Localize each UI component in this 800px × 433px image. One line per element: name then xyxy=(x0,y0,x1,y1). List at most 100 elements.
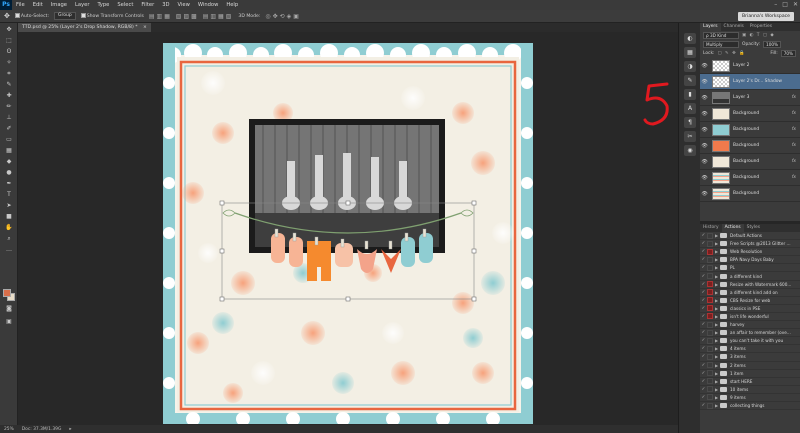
action-toggle-check-icon[interactable]: ✓ xyxy=(700,274,707,279)
action-toggle-check-icon[interactable]: ✓ xyxy=(700,330,707,335)
layer-row[interactable]: 👁 Background fx xyxy=(700,154,800,170)
action-toggle-check-icon[interactable]: ✓ xyxy=(700,290,707,295)
action-set-row[interactable]: ✓ ▶ Web Resolution xyxy=(700,248,800,257)
kind-filter-dropdown[interactable]: ρ 3D Kind xyxy=(703,32,739,39)
menu-image[interactable]: Image xyxy=(47,2,71,8)
action-toggle-check-icon[interactable]: ✓ xyxy=(700,298,707,303)
action-set-row[interactable]: ✓ ▶ isn't life wonderful xyxy=(700,313,800,322)
action-dialog-toggle[interactable] xyxy=(707,329,713,336)
tab-layers[interactable]: Layers xyxy=(700,23,721,31)
gradient-icon[interactable]: ▦ xyxy=(3,146,15,155)
action-toggle-check-icon[interactable]: ✓ xyxy=(700,282,707,287)
action-set-row[interactable]: ✓ ▶ BPA Navy Days Baby xyxy=(700,256,800,265)
action-dialog-toggle[interactable] xyxy=(707,256,713,263)
action-dialog-toggle[interactable] xyxy=(707,264,713,271)
action-dialog-toggle[interactable] xyxy=(707,240,713,247)
adjustments-panel-icon[interactable]: ◑ xyxy=(684,61,696,72)
action-toggle-check-icon[interactable]: ✓ xyxy=(700,403,707,408)
fill-field[interactable]: 70% xyxy=(780,50,796,57)
action-dialog-toggle[interactable] xyxy=(707,370,713,377)
action-dialog-toggle[interactable] xyxy=(707,386,713,393)
action-set-row[interactable]: ✓ ▶ Free Scripts @2013 Glitter ... xyxy=(700,240,800,249)
doc-info[interactable]: Doc: 37.3M/1.39G xyxy=(22,427,62,432)
action-set-row[interactable]: ✓ ▶ PL xyxy=(700,264,800,273)
dodge-icon[interactable]: ● xyxy=(3,168,15,177)
layer-fx-icon[interactable]: fx xyxy=(792,127,796,132)
action-dialog-toggle[interactable] xyxy=(707,273,713,280)
info-panel-icon[interactable]: ◉ xyxy=(684,145,696,156)
action-dialog-toggle[interactable] xyxy=(707,362,713,369)
action-set-row[interactable]: ✓ ▶ a different kind add on xyxy=(700,289,800,297)
stamp-icon[interactable]: ⊥ xyxy=(3,113,15,122)
layer-row[interactable]: 👁 Layer 2's Dr... Shadow xyxy=(700,74,800,90)
action-toggle-check-icon[interactable]: ✓ xyxy=(700,265,707,270)
opacity-field[interactable]: 100% xyxy=(763,41,782,48)
auto-select-dropdown[interactable]: Group xyxy=(54,12,76,20)
tab-styles[interactable]: Styles xyxy=(744,224,763,232)
action-dialog-toggle[interactable] xyxy=(707,281,713,288)
action-toggle-check-icon[interactable]: ✓ xyxy=(700,314,707,319)
action-toggle-check-icon[interactable]: ✓ xyxy=(700,387,707,392)
action-dialog-toggle[interactable] xyxy=(707,305,713,312)
move-tool-icon[interactable]: ✥ xyxy=(4,12,10,20)
tab-actions[interactable]: Actions xyxy=(721,224,744,232)
action-toggle-check-icon[interactable]: ✓ xyxy=(700,257,707,262)
healing-icon[interactable]: ✚ xyxy=(3,91,15,100)
marquee-icon[interactable]: ⬚ xyxy=(3,36,15,45)
lock-icons[interactable]: ▢ ✎ ✥ 🔒 xyxy=(718,51,746,56)
action-set-row[interactable]: ✓ ▶ Resize with Watermark 600... xyxy=(700,281,800,289)
action-dialog-toggle[interactable] xyxy=(707,289,713,296)
action-dialog-toggle[interactable] xyxy=(707,394,713,401)
menu-help[interactable]: Help xyxy=(222,2,242,8)
menu-filter[interactable]: Filter xyxy=(137,2,158,8)
layer-fx-icon[interactable]: fx xyxy=(792,111,796,116)
action-set-row[interactable]: ✓ ▶ 10 items xyxy=(700,386,800,394)
hand-icon[interactable]: ✋ xyxy=(3,223,15,232)
action-toggle-check-icon[interactable]: ✓ xyxy=(700,233,707,238)
eyedropper-icon[interactable]: ✎ xyxy=(3,80,15,89)
action-dialog-toggle[interactable] xyxy=(707,378,713,385)
visibility-eye-icon[interactable]: 👁 xyxy=(700,175,709,181)
quick-mask-icon[interactable]: ◙ xyxy=(3,304,15,313)
zoom-level[interactable]: 25% xyxy=(4,427,14,432)
visibility-eye-icon[interactable]: 👁 xyxy=(700,95,709,101)
action-toggle-check-icon[interactable]: ✓ xyxy=(700,379,707,384)
document-tab[interactable]: TTD.psd @ 25% (Layer 2's Drop Shadow, RG… xyxy=(18,23,151,32)
more-tools-icon[interactable]: … xyxy=(3,245,15,254)
type-icon[interactable]: T xyxy=(3,190,15,199)
minimize-icon[interactable]: – xyxy=(774,1,777,8)
visibility-eye-icon[interactable]: 👁 xyxy=(700,111,709,117)
brush-panel-icon[interactable]: ✎ xyxy=(684,75,696,86)
menu-layer[interactable]: Layer xyxy=(71,2,93,8)
action-toggle-check-icon[interactable]: ✓ xyxy=(700,363,707,368)
brush-icon[interactable]: ✏ xyxy=(3,102,15,111)
layer-row[interactable]: 👁 Background fx xyxy=(700,122,800,138)
filter-icons[interactable]: ▣ ◐ T ▢ ◆ xyxy=(742,33,775,38)
color-panel-icon[interactable]: ◐ xyxy=(684,33,696,44)
menu-view[interactable]: View xyxy=(174,2,194,8)
tools-preset-icon[interactable]: ✂ xyxy=(684,131,696,142)
tab-properties[interactable]: Properties xyxy=(747,23,775,31)
shape-icon[interactable]: ■ xyxy=(3,212,15,221)
tab-channels[interactable]: Channels xyxy=(721,23,747,31)
visibility-eye-icon[interactable]: 👁 xyxy=(700,63,709,69)
layer-fx-icon[interactable]: fx xyxy=(792,95,796,100)
action-dialog-toggle[interactable] xyxy=(707,402,713,409)
menu-file[interactable]: File xyxy=(12,2,29,8)
visibility-eye-icon[interactable]: 👁 xyxy=(700,159,709,165)
action-set-row[interactable]: ✓ ▶ 2 items xyxy=(700,362,800,370)
action-set-row[interactable]: ✓ ▶ harvey xyxy=(700,321,800,330)
visibility-eye-icon[interactable]: 👁 xyxy=(700,143,709,149)
document-workspace[interactable] xyxy=(18,32,678,425)
action-toggle-check-icon[interactable]: ✓ xyxy=(700,306,707,311)
action-set-row[interactable]: ✓ ▶ an affair to remember (ove... xyxy=(700,329,800,338)
history-brush-icon[interactable]: ✐ xyxy=(3,124,15,133)
action-set-row[interactable]: ✓ ▶ 3 items xyxy=(700,353,800,362)
close-tab-icon[interactable]: × xyxy=(143,25,147,30)
blend-mode-dropdown[interactable]: Multiply xyxy=(703,41,739,48)
action-set-row[interactable]: ✓ ▶ classics in PSE xyxy=(700,305,800,313)
close-window-icon[interactable]: ✕ xyxy=(793,1,798,8)
path-select-icon[interactable]: ➤ xyxy=(3,201,15,210)
layer-fx-icon[interactable]: fx xyxy=(792,175,796,180)
screen-mode-icon[interactable]: ▣ xyxy=(3,317,15,326)
